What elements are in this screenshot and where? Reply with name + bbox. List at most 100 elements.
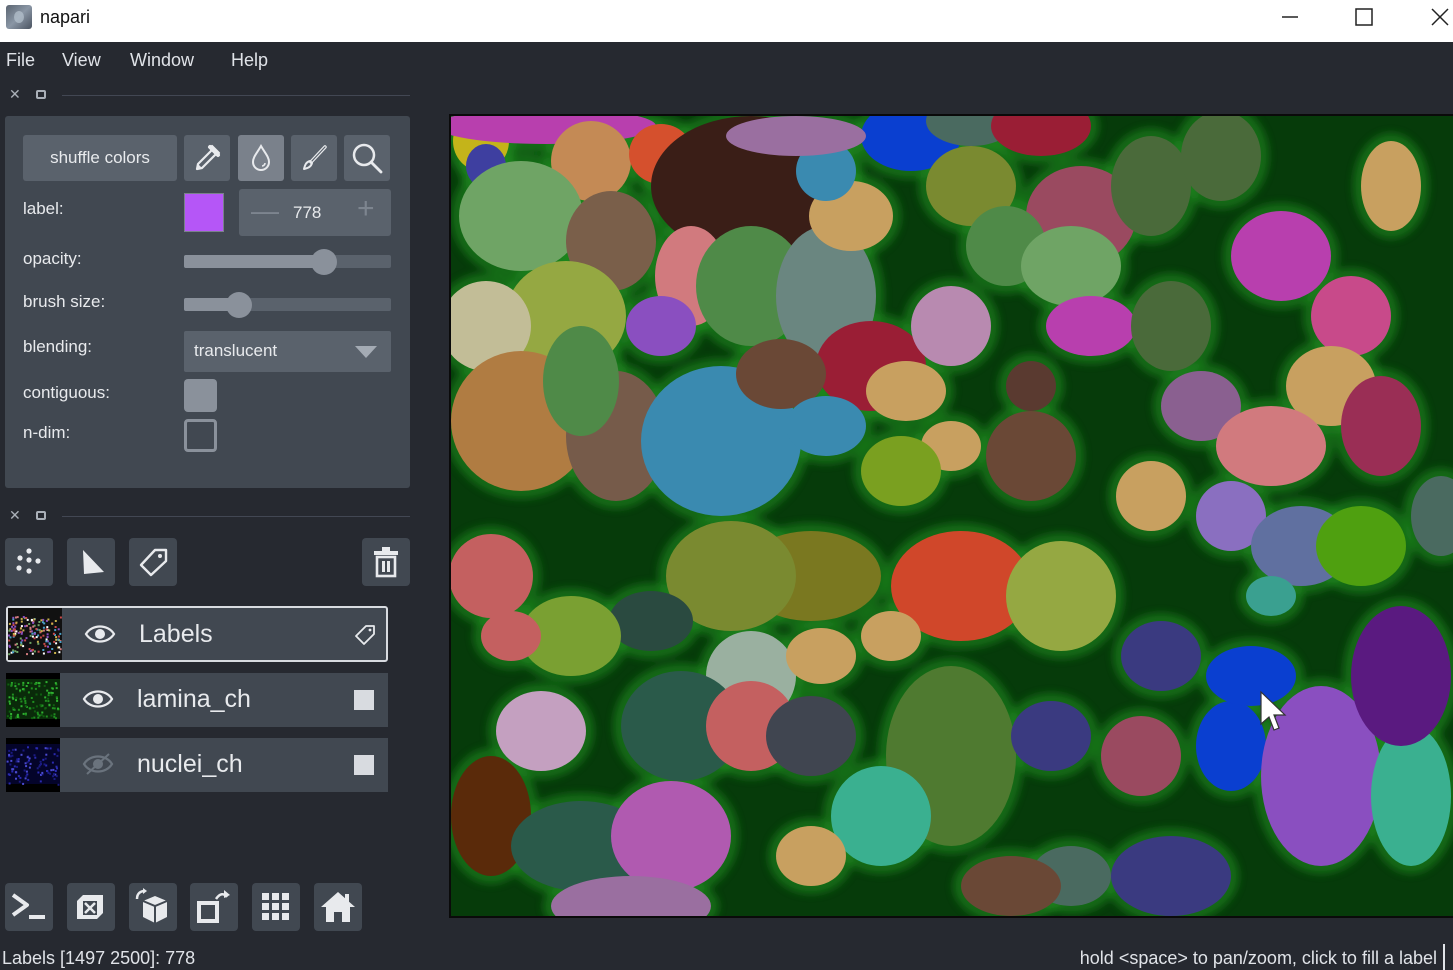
visibility-eye-off-icon[interactable]: [82, 752, 114, 776]
title-bar: napari: [0, 0, 1453, 42]
roll-dims-button[interactable]: [129, 883, 177, 931]
label-spinbox[interactable]: — 778 +: [239, 189, 391, 236]
thumbnail-pixel: [39, 704, 42, 707]
label-region: [1371, 726, 1451, 866]
thumbnail-pixel: [42, 649, 45, 651]
thumbnail-pixel: [45, 640, 48, 643]
thumbnail-pixel: [44, 699, 47, 702]
pan-zoom-button[interactable]: [344, 135, 390, 181]
transpose-icon: [197, 890, 230, 923]
label-color-swatch[interactable]: [184, 193, 224, 232]
blending-dropdown[interactable]: translucent: [184, 331, 391, 372]
thumbnail-pixel: [8, 773, 11, 776]
layer-row-labels[interactable]: Labels: [6, 606, 388, 662]
thumbnail-pixel: [17, 683, 20, 686]
label-region: [496, 691, 586, 771]
thumbnail-pixel: [17, 758, 20, 760]
grid-button[interactable]: [252, 883, 300, 931]
thumbnail-pixel: [15, 621, 18, 624]
close-button[interactable]: [1410, 0, 1453, 34]
thumbnail-pixel: [38, 765, 41, 768]
new-labels-button[interactable]: [129, 538, 177, 586]
thumbnail-pixel: [44, 747, 47, 750]
status-text: Labels [1497 2500]: 778: [2, 948, 196, 968]
labels-tag-icon: [139, 548, 168, 577]
menu-help[interactable]: Help: [231, 50, 268, 71]
visibility-eye-icon[interactable]: [82, 687, 114, 711]
thumbnail-pixel: [20, 753, 23, 756]
new-shapes-button[interactable]: [67, 538, 115, 586]
dock-close-icon[interactable]: ✕: [9, 507, 21, 524]
label-region: [1231, 211, 1331, 301]
visibility-eye-icon[interactable]: [84, 622, 116, 646]
minimize-button[interactable]: [1260, 0, 1320, 34]
thumbnail-pixel: [15, 760, 18, 763]
transpose-button[interactable]: [190, 883, 238, 931]
layer-name[interactable]: nuclei_ch: [137, 750, 243, 779]
thumbnail-pixel: [54, 626, 57, 628]
home-button[interactable]: [314, 883, 362, 931]
opacity-slider[interactable]: [184, 249, 391, 275]
thumbnail-pixel: [33, 754, 36, 757]
layer-row-nuclei-ch[interactable]: nuclei_ch: [6, 738, 388, 792]
thumbnail-pixel: [12, 616, 15, 619]
thumbnail-pixel: [23, 696, 26, 699]
thumbnail-pixel: [44, 707, 47, 710]
label-value[interactable]: 778: [293, 203, 321, 223]
shuffle-colors-button[interactable]: shuffle colors: [23, 135, 177, 181]
contiguous-checkbox[interactable]: [184, 379, 217, 412]
thumbnail-pixel: [25, 637, 28, 640]
increment-icon[interactable]: +: [357, 192, 375, 226]
decrement-icon[interactable]: —: [251, 195, 279, 227]
window-title: napari: [40, 7, 91, 27]
ndisplay-button[interactable]: [67, 883, 115, 931]
ndim-checkbox[interactable]: [184, 419, 217, 452]
label-region: [786, 628, 856, 684]
thumbnail-pixel: [44, 757, 47, 760]
label-region: [611, 781, 731, 891]
label-region: [1021, 226, 1121, 306]
delete-layer-button[interactable]: [362, 538, 410, 586]
menu-file[interactable]: File: [6, 50, 35, 71]
blending-label: blending:: [23, 337, 93, 356]
thumbnail-pixel: [16, 765, 18, 768]
menu-view[interactable]: View: [62, 50, 101, 71]
layer-name[interactable]: Labels: [139, 620, 213, 649]
viewer-canvas[interactable]: [449, 114, 1453, 918]
paint-button[interactable]: [291, 135, 337, 181]
layer-name[interactable]: lamina_ch: [137, 685, 251, 714]
layer-thumbnail: [6, 738, 60, 792]
maximize-button[interactable]: [1334, 0, 1394, 34]
dock-float-icon[interactable]: [36, 90, 46, 99]
thumbnail-pixel: [11, 696, 14, 699]
thumbnail-pixel: [59, 648, 62, 651]
thumbnail-pixel: [12, 618, 15, 621]
thumbnail-pixel: [28, 648, 31, 650]
thumbnail-pixel: [50, 691, 53, 694]
thumbnail-pixel: [19, 776, 22, 779]
thumbnail-pixel: [8, 710, 11, 713]
fill-drop-icon: [251, 143, 271, 171]
label-region: [861, 436, 941, 506]
brush-size-slider-handle[interactable]: [226, 292, 252, 318]
fill-button[interactable]: [238, 135, 284, 181]
brush-size-slider[interactable]: [184, 292, 391, 318]
dock-float-icon[interactable]: [36, 511, 46, 520]
thumbnail-pixel: [42, 715, 45, 718]
thumbnail-pixel: [50, 769, 53, 772]
dock-close-icon[interactable]: ✕: [9, 86, 21, 103]
thumbnail-pixel: [23, 769, 26, 772]
thumbnail-pixel: [43, 622, 46, 625]
thumbnail-pixel: [10, 759, 13, 762]
thumbnail-pixel: [50, 714, 53, 717]
thumbnail-pixel: [27, 682, 30, 684]
thumbnail-pixel: [54, 652, 57, 654]
thumbnail-pixel: [14, 625, 17, 628]
menu-window[interactable]: Window: [130, 50, 194, 71]
new-points-button[interactable]: [5, 538, 53, 586]
layer-row-lamina-ch[interactable]: lamina_ch: [6, 673, 388, 727]
opacity-slider-handle[interactable]: [311, 249, 337, 275]
picker-button[interactable]: [184, 135, 230, 181]
thumbnail-pixel: [12, 649, 15, 652]
console-button[interactable]: [5, 883, 53, 931]
